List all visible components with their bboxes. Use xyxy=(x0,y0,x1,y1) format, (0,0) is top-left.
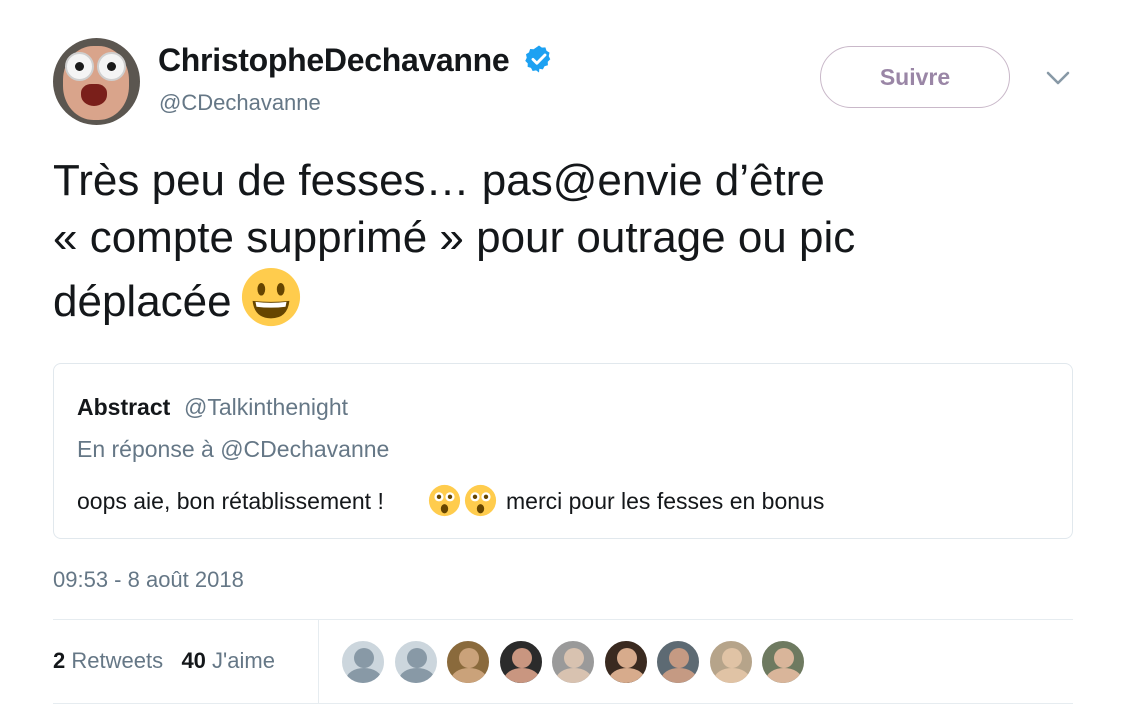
follow-button[interactable]: Suivre xyxy=(820,46,1010,108)
likes-count: 40 xyxy=(181,648,206,673)
grinning-face-emoji xyxy=(241,267,300,327)
avatar-head xyxy=(564,648,584,668)
divider xyxy=(318,620,319,703)
tweet-line-text: déplacée xyxy=(53,277,232,326)
avatar-mouth xyxy=(81,84,107,106)
divider xyxy=(53,619,1073,620)
astonished-face-emoji xyxy=(464,484,497,517)
avatar-head xyxy=(669,648,689,668)
avatar-body xyxy=(713,668,750,683)
avatar-body xyxy=(503,668,540,683)
tweet-line: déplacée xyxy=(53,266,1053,330)
user-avatar[interactable] xyxy=(708,640,753,684)
quoted-tweet-card[interactable]: Abstract @Talkinthenight En réponse à @C… xyxy=(53,363,1073,539)
avatar-eye xyxy=(65,52,94,81)
avatar-head xyxy=(511,648,532,668)
retweets-count: 2 xyxy=(53,648,66,673)
avatar-head xyxy=(354,648,374,668)
user-avatar[interactable] xyxy=(498,640,543,684)
avatar-head xyxy=(721,648,742,668)
chevron-down-icon[interactable] xyxy=(1044,68,1072,88)
default-avatar-icon[interactable] xyxy=(393,640,438,684)
avatar-body xyxy=(398,668,435,683)
author-avatar[interactable] xyxy=(53,38,140,125)
avatar-body xyxy=(451,668,487,683)
tweet-timestamp[interactable]: 09:53 - 8 août 2018 xyxy=(53,567,244,593)
likes-label: J'aime xyxy=(212,648,275,673)
verified-badge-icon xyxy=(525,45,551,73)
retweets-label: Retweets xyxy=(71,648,164,673)
astonished-face-emoji xyxy=(428,484,461,517)
avatar-body xyxy=(608,668,645,683)
avatar-body xyxy=(346,668,382,683)
user-avatar[interactable] xyxy=(446,640,490,684)
default-avatar-icon[interactable] xyxy=(341,640,385,684)
tweet-text: Très peu de fesses… pas@envie d’être « c… xyxy=(53,152,1053,330)
retweets-stat[interactable]: 2 Retweets xyxy=(53,648,163,673)
avatar-head xyxy=(459,648,479,668)
quoted-author-handle: @Talkinthenight xyxy=(184,394,348,420)
user-avatar[interactable] xyxy=(551,640,595,684)
user-avatar[interactable] xyxy=(603,640,648,684)
quoted-text-after: merci pour les fesses en bonus xyxy=(506,488,825,514)
user-avatar[interactable] xyxy=(761,640,805,684)
avatar-head xyxy=(406,648,427,668)
tweet-line: « compte supprimé » pour outrage ou pic xyxy=(53,213,856,262)
avatar-head xyxy=(774,648,794,668)
likes-stat[interactable]: 40 J'aime xyxy=(181,648,275,673)
quoted-author-name: Abstract xyxy=(77,394,171,420)
avatar-eye xyxy=(97,52,126,81)
avatar-body xyxy=(661,668,697,683)
divider xyxy=(53,703,1073,704)
avatar-body xyxy=(556,668,592,683)
quoted-reply-context: En réponse à @CDechavanne xyxy=(77,436,390,462)
user-avatar[interactable] xyxy=(656,640,700,684)
quoted-text-before: oops aie, bon rétablissement ! xyxy=(77,488,384,514)
author-handle[interactable]: @CDechavanne xyxy=(159,90,321,116)
avatar-head xyxy=(616,648,637,668)
tweet-line: Très peu de fesses… pas@envie d’être xyxy=(53,156,825,205)
avatar-body xyxy=(766,668,802,683)
author-display-name[interactable]: ChristopheDechavanne xyxy=(158,42,510,79)
tweet-stats: 2 Retweets 40 J'aime xyxy=(53,648,275,674)
